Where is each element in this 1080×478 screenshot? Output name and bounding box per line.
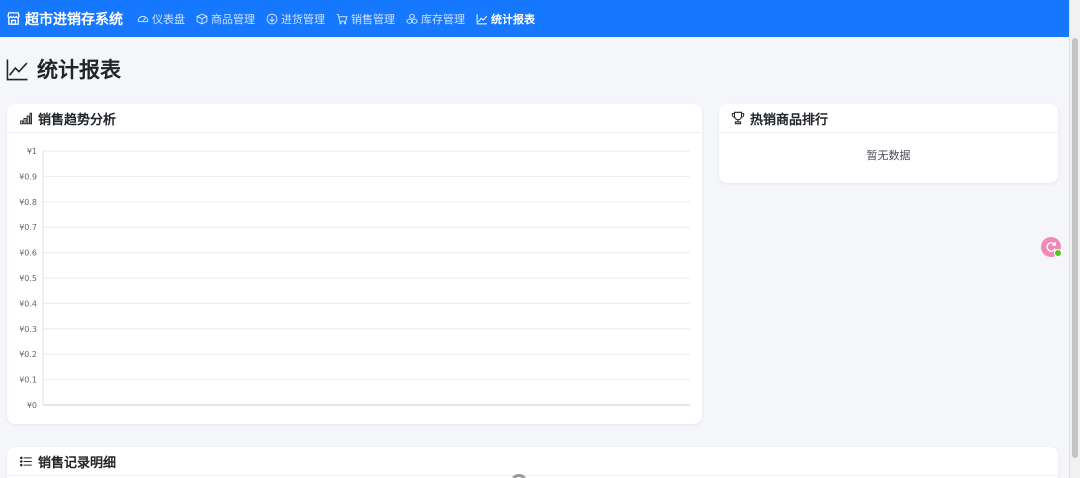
- nav-item-label: 销售管理: [351, 12, 395, 26]
- nav-item-purchases[interactable]: 进货管理: [266, 11, 325, 27]
- y-tick-label: ¥0.9: [19, 172, 37, 181]
- y-tick-label: ¥1: [27, 147, 37, 156]
- card-title: 销售趋势分析: [38, 112, 117, 128]
- empty-state-text: 暂无数据: [866, 149, 911, 162]
- graph-up-icon: [6, 58, 28, 80]
- trophy-icon: [731, 111, 745, 125]
- scrollbar[interactable]: [1069, 0, 1080, 478]
- page-title: 统计报表: [6, 54, 121, 84]
- arrow-down-circle-icon: [266, 13, 278, 24]
- graph-up-icon: [476, 13, 488, 24]
- nav-item-label: 统计报表: [491, 12, 535, 26]
- boxes-icon: [406, 13, 418, 24]
- card-header: 销售趋势分析: [7, 104, 702, 133]
- y-tick-label: ¥0.7: [19, 223, 37, 232]
- speedometer-icon: [137, 15, 149, 22]
- card-header: 销售记录明细: [7, 447, 1058, 476]
- nav-item-inventory[interactable]: 库存管理: [406, 11, 465, 27]
- brand-name: 超市进销存系统: [25, 11, 123, 28]
- card-title: 销售记录明细: [38, 455, 117, 471]
- shop-icon: [7, 12, 20, 25]
- y-tick-label: ¥0.5: [19, 274, 37, 283]
- scrollbar-thumb[interactable]: [1072, 38, 1078, 458]
- nav-item-products[interactable]: 商品管理: [196, 11, 255, 27]
- y-tick-label: ¥0.6: [19, 249, 37, 258]
- list-icon: [20, 456, 32, 466]
- card-title: 热销商品排行: [750, 112, 829, 128]
- nav-item-label: 进货管理: [281, 12, 325, 26]
- y-tick-label: ¥0.3: [19, 325, 37, 334]
- card-header: 热销商品排行: [719, 104, 1058, 133]
- y-tick-label: ¥0.8: [19, 198, 37, 207]
- nav-item-sales[interactable]: 销售管理: [336, 11, 395, 27]
- sales-records-card: 销售记录明细: [7, 447, 1058, 478]
- nav-item-reports[interactable]: 统计报表: [476, 11, 535, 27]
- hot-products-card: 热销商品排行 暂无数据: [719, 104, 1058, 183]
- nav-item-label: 库存管理: [421, 12, 465, 26]
- y-tick-label: ¥0: [27, 401, 37, 410]
- box-icon: [196, 13, 208, 24]
- status-dot: [1054, 249, 1062, 257]
- floating-assistant-button[interactable]: [1041, 237, 1062, 257]
- y-tick-label: ¥0.1: [19, 376, 37, 385]
- sales-trend-card: 销售趋势分析 ¥0 ¥0.1 ¥0.2 ¥0.3 ¥0.4 ¥0.5 ¥0.6 ¥0.7 ¥0.…: [7, 104, 702, 424]
- brand[interactable]: 超市进销存系统: [6, 9, 123, 29]
- cart-icon: [336, 13, 348, 24]
- y-tick-label: ¥0.4: [19, 299, 37, 308]
- y-tick-label: ¥0.2: [19, 350, 37, 359]
- nav-item-label: 仪表盘: [152, 12, 185, 26]
- top-navbar: 超市进销存系统 仪表盘 商品管理 进货管理 销售管理 库存管理 统计报表: [0, 0, 1069, 37]
- sales-trend-chart: ¥0 ¥0.1 ¥0.2 ¥0.3 ¥0.4 ¥0.5 ¥0.6 ¥0.7 ¥0.8 ¥0.9 ¥1: [19, 147, 690, 410]
- nav-item-label: 商品管理: [211, 12, 255, 26]
- bar-chart-icon: [20, 112, 33, 124]
- page-title-text: 统计报表: [37, 58, 121, 82]
- nav-item-dashboard[interactable]: 仪表盘: [137, 11, 185, 27]
